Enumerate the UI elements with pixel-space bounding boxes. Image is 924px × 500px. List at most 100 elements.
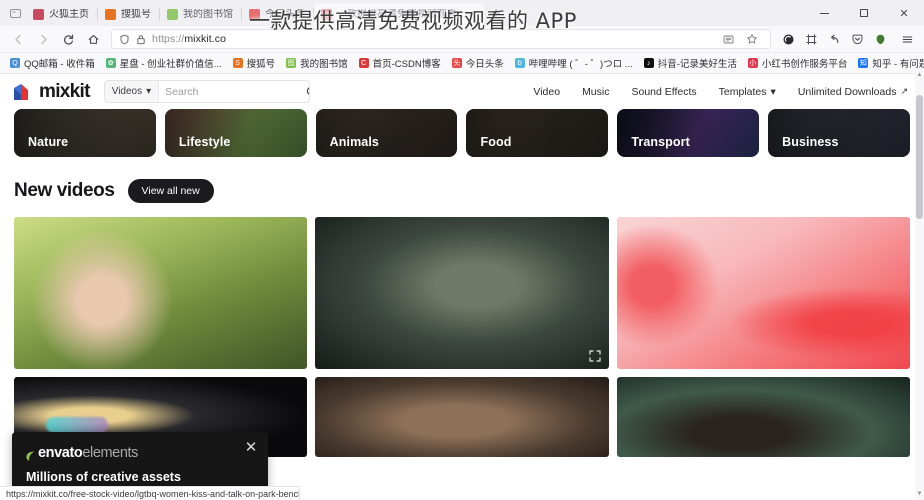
back-icon[interactable]	[6, 28, 30, 50]
video-card-women-with-baby-in-field[interactable]	[14, 217, 308, 369]
tab-favicon	[167, 9, 178, 20]
bookmark-item[interactable]: S 搜狐号	[228, 54, 281, 72]
nav-item-music[interactable]: Music	[582, 86, 609, 98]
lock-icon[interactable]	[136, 34, 146, 45]
browser-window: 火狐主页 搜狐号 我的图书馆 今日头条 一款提供高清免费视频观看的 APP - …	[0, 0, 924, 500]
nav-item-unlimited-downloads[interactable]: Unlimited Downloads ↗	[798, 86, 908, 98]
extension-icon[interactable]	[869, 28, 891, 50]
url-domain: mixkit.co	[184, 33, 227, 45]
bookmark-item[interactable]: 图我的图书馆	[281, 54, 353, 72]
screenshot-icon[interactable]	[800, 28, 822, 50]
home-icon[interactable]	[81, 28, 105, 50]
reload-icon[interactable]	[56, 28, 80, 50]
list-all-tabs-icon[interactable]: ⌄	[508, 2, 530, 24]
video-card-person-in-forest[interactable]	[616, 377, 910, 457]
browser-tab[interactable]: 我的图书馆	[160, 3, 241, 26]
reader-view-icon[interactable]	[717, 28, 739, 50]
tab-favicon	[249, 9, 260, 20]
bookmark-item[interactable]: 知知乎 - 有问题，就会...	[853, 54, 924, 72]
grid-column	[315, 217, 609, 457]
nav-label: Video	[533, 85, 561, 98]
chevron-down-icon: ▾	[146, 86, 152, 97]
nav-item-video[interactable]: Video	[533, 86, 560, 98]
video-card-back-of-womans-head[interactable]	[315, 377, 609, 457]
search-bar[interactable]: Videos ▾	[103, 80, 310, 103]
expand-icon[interactable]	[589, 349, 601, 362]
category-row: Nature Lifestyle Animals Food Transport …	[0, 109, 924, 157]
bookmark-favicon: S	[232, 58, 243, 68]
bookmark-favicon: Q	[10, 58, 20, 68]
tab-list-icon[interactable]	[4, 3, 26, 23]
view-all-new-button[interactable]: View all new	[127, 179, 214, 203]
logo-text: mixkit	[39, 80, 90, 102]
bookmark-item[interactable]: Q QQ邮箱 - 收件箱	[5, 54, 100, 72]
section-title: New videos	[14, 180, 115, 201]
browser-tab[interactable]: 搜狐号	[98, 3, 159, 26]
bookmark-favicon: 小	[747, 58, 758, 68]
search-input[interactable]	[159, 85, 307, 98]
video-card-two-women-on-park-bench[interactable]	[315, 217, 609, 369]
bookmark-star-icon[interactable]	[741, 28, 763, 50]
nav-label: Music	[582, 85, 610, 98]
search-category-dropdown[interactable]: Videos ▾	[104, 81, 160, 102]
bookmark-favicon: 头	[451, 58, 462, 68]
bookmark-item[interactable]: ♪ 抖音-记录美好生活	[639, 54, 742, 72]
bookmark-item[interactable]: ✿ 星盘 - 创业社群价值信...	[101, 54, 227, 72]
scroll-up-arrow[interactable]: ▲	[915, 69, 924, 81]
video-card-pink-red-abstract-swirl[interactable]	[616, 217, 910, 369]
bookmark-item[interactable]: b 哔哩哔哩 ( ゜- ゜)つロ ...	[510, 54, 638, 72]
bookmark-label: 小红书创作服务平台	[761, 59, 848, 70]
nav-item-sound-effects[interactable]: Sound Effects	[631, 86, 696, 98]
category-label: Food	[480, 135, 512, 149]
firefox-account-icon[interactable]	[777, 28, 799, 50]
bookmark-favicon: ♪	[643, 58, 654, 68]
category-label: Nature	[28, 135, 69, 149]
new-tab-button[interactable]: +	[484, 2, 508, 24]
grid-column	[616, 217, 910, 457]
maximize-button[interactable]	[844, 0, 884, 26]
nav-item-templates[interactable]: Templates ▾	[719, 86, 776, 98]
undo-close-tab-icon[interactable]	[823, 28, 845, 50]
bookmark-label: 知乎 - 有问题，就会...	[872, 59, 924, 70]
category-card-animals[interactable]: Animals	[315, 109, 458, 157]
category-card-transport[interactable]: Transport	[617, 109, 760, 157]
search-icon[interactable]	[306, 86, 309, 98]
address-bar[interactable]: https://mixkit.co	[111, 29, 771, 49]
browser-tab-active[interactable]: 一款提供高清免费视频观看的 APP - Free Stock	[314, 3, 484, 26]
tab-title: 我的图书馆	[183, 8, 233, 20]
vertical-scrollbar[interactable]: ▲ ▼	[915, 69, 924, 500]
app-menu-icon[interactable]	[896, 28, 918, 50]
category-card-nature[interactable]: Nature	[14, 109, 156, 157]
category-label: Transport	[631, 135, 690, 149]
pocket-icon[interactable]	[846, 28, 868, 50]
bookmark-label: 我的图书馆	[300, 59, 348, 70]
mixkit-logo[interactable]: mixkit	[14, 81, 90, 103]
bookmark-label: 搜狐号	[246, 59, 276, 70]
bookmark-item[interactable]: 小小红书创作服务平台	[743, 54, 853, 72]
category-card-food[interactable]: Food	[466, 109, 609, 157]
scroll-down-arrow[interactable]: ▼	[915, 488, 924, 500]
forward-icon[interactable]	[31, 28, 55, 50]
close-icon[interactable]: ✕	[244, 440, 258, 455]
tab-title: 今日头条	[265, 8, 305, 20]
category-card-business[interactable]: Business	[768, 109, 910, 157]
url-scheme: https://	[152, 33, 185, 45]
bookmark-item[interactable]: 头今日头条	[447, 54, 509, 72]
bookmark-label: 哔哩哔哩 ( ゜- ゜)つロ ...	[528, 59, 633, 70]
shield-icon[interactable]	[119, 34, 130, 45]
bookmark-label: 首页-CSDN博客	[372, 59, 441, 70]
category-label: Business	[782, 135, 839, 149]
nav-label: Sound Effects	[631, 85, 697, 98]
close-window-button[interactable]: ✕	[884, 0, 924, 26]
bookmark-item[interactable]: C 首页-CSDN博客	[354, 54, 446, 72]
browser-tab[interactable]: 今日头条	[242, 3, 313, 26]
url-text: https://mixkit.co	[152, 33, 226, 45]
scrollbar-thumb[interactable]	[916, 95, 923, 219]
section-header: New videos View all new	[0, 157, 924, 217]
envato-brand-primary: envato	[38, 445, 83, 461]
category-card-lifestyle[interactable]: Lifestyle	[164, 109, 307, 157]
search-category-label: Videos	[111, 86, 143, 97]
browser-tab[interactable]: 火狐主页	[26, 3, 97, 26]
bookmark-favicon: 图	[286, 58, 297, 68]
minimize-button[interactable]	[804, 0, 844, 26]
